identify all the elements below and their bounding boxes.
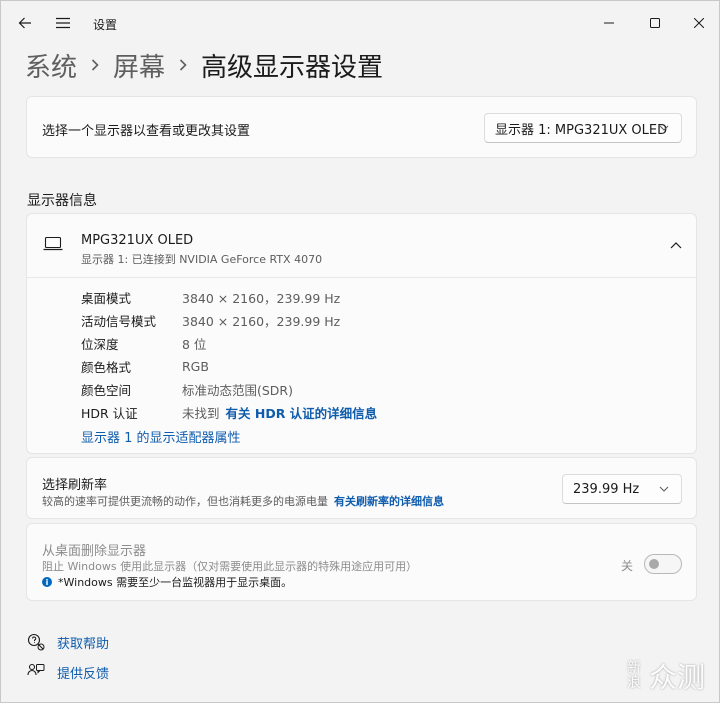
info-key: 位深度 bbox=[81, 336, 119, 352]
refresh-rate-desc: 较高的速率可提供更流畅的动作，但也消耗更多的电源电量 有关刷新率的详细信息 bbox=[42, 493, 444, 509]
give-feedback-link[interactable]: 提供反馈 bbox=[25, 662, 109, 682]
toggle-state-label: 关 bbox=[621, 559, 634, 573]
info-key: 桌面模式 bbox=[81, 290, 132, 306]
breadcrumb-item-system[interactable]: 系统 bbox=[25, 47, 77, 84]
nav-menu-button[interactable] bbox=[49, 9, 77, 37]
page-title: 高级显示器设置 bbox=[201, 52, 384, 83]
chevron-down-icon bbox=[659, 125, 669, 131]
display-info-heading: 显示器信息 bbox=[27, 193, 97, 209]
maximize-button[interactable] bbox=[641, 9, 669, 37]
info-value: 3840 × 2160，239.99 Hz bbox=[182, 313, 341, 329]
give-feedback-label: 提供反馈 bbox=[57, 666, 110, 682]
info-value: 未找到 bbox=[182, 405, 220, 421]
monitor-icon bbox=[43, 236, 63, 256]
chevron-right-icon bbox=[179, 59, 187, 71]
info-value: RGB bbox=[182, 358, 209, 374]
watermark-small: 新浪 bbox=[627, 660, 641, 691]
info-key: 颜色空间 bbox=[81, 382, 132, 398]
refresh-rate-value: 239.99 Hz bbox=[573, 481, 640, 497]
refresh-rate-title: 选择刷新率 bbox=[42, 478, 108, 493]
maximize-icon bbox=[650, 18, 660, 28]
remove-display-title: 从桌面删除显示器 bbox=[42, 544, 147, 559]
watermark: 新浪 众测 bbox=[627, 656, 705, 696]
chevron-up-icon[interactable] bbox=[670, 238, 682, 253]
get-help-label: 获取帮助 bbox=[57, 636, 110, 652]
back-arrow-icon bbox=[18, 17, 31, 29]
remove-display-desc: 阻止 Windows 使用此显示器（仅对需要使用此显示器的特殊用途应用可用） bbox=[42, 560, 418, 573]
display-dropdown-value: 显示器 1: MPG321UX OLED bbox=[495, 122, 668, 138]
info-value: 标准动态范围(SDR) bbox=[182, 382, 293, 398]
refresh-rate-link[interactable]: 有关刷新率的详细信息 bbox=[334, 495, 444, 508]
display-info-card: MPG321UX OLED 显示器 1: 已连接到 NVIDIA GeForce… bbox=[26, 213, 697, 454]
info-key: HDR 认证 bbox=[81, 405, 138, 421]
info-row-desktop-mode: 桌面模式 3840 × 2160，239.99 Hz bbox=[81, 287, 340, 307]
monitor-name: MPG321UX OLED bbox=[81, 233, 194, 248]
select-display-label: 选择一个显示器以查看或更改其设置 bbox=[42, 124, 251, 139]
display-info-header[interactable]: MPG321UX OLED 显示器 1: 已连接到 NVIDIA GeForce… bbox=[27, 214, 696, 278]
minimize-icon bbox=[604, 22, 614, 24]
remove-display-note-text: *Windows 需要至少一台监视器用于显示桌面。 bbox=[58, 576, 293, 589]
select-display-card: 选择一个显示器以查看或更改其设置 显示器 1: MPG321UX OLED bbox=[26, 96, 697, 158]
window-title: 设置 bbox=[93, 18, 118, 32]
breadcrumb: 系统 屏幕 高级显示器设置 bbox=[25, 45, 383, 85]
adapter-properties-link[interactable]: 显示器 1 的显示适配器属性 bbox=[81, 427, 241, 446]
back-button[interactable] bbox=[11, 9, 39, 37]
chevron-down-icon bbox=[659, 486, 669, 492]
info-row-bit-depth: 位深度 8 位 bbox=[81, 333, 206, 353]
info-key: 活动信号模式 bbox=[81, 313, 157, 329]
breadcrumb-item-display[interactable]: 屏幕 bbox=[113, 47, 165, 84]
info-icon: i bbox=[42, 577, 52, 587]
hamburger-icon bbox=[56, 17, 70, 29]
monitor-connection: 显示器 1: 已连接到 NVIDIA GeForce RTX 4070 bbox=[81, 253, 323, 266]
info-row-hdr: HDR 认证 未找到 有关 HDR 认证的详细信息 bbox=[81, 402, 377, 422]
get-help-link[interactable]: 获取帮助 bbox=[25, 632, 109, 652]
info-row-active-signal: 活动信号模式 3840 × 2160，239.99 Hz bbox=[81, 310, 340, 330]
remove-display-toggle[interactable] bbox=[644, 554, 682, 574]
info-value: 3840 × 2160，239.99 Hz bbox=[182, 290, 341, 306]
title-bar: 设置 bbox=[1, 1, 719, 45]
refresh-rate-card: 选择刷新率 较高的速率可提供更流畅的动作，但也消耗更多的电源电量 有关刷新率的详细… bbox=[26, 457, 697, 519]
refresh-rate-dropdown[interactable]: 239.99 Hz bbox=[562, 474, 682, 504]
remove-display-note: i *Windows 需要至少一台监视器用于显示桌面。 bbox=[42, 574, 292, 590]
info-key: 颜色格式 bbox=[81, 359, 132, 375]
help-icon bbox=[25, 633, 47, 651]
toggle-knob bbox=[649, 559, 659, 569]
info-value: 8 位 bbox=[182, 336, 207, 352]
chevron-right-icon bbox=[91, 59, 99, 71]
minimize-button[interactable] bbox=[595, 9, 623, 37]
close-icon bbox=[694, 18, 704, 28]
info-row-color-format: 颜色格式 RGB bbox=[81, 356, 209, 376]
info-row-color-space: 颜色空间 标准动态范围(SDR) bbox=[81, 379, 293, 399]
close-button[interactable] bbox=[685, 9, 713, 37]
display-dropdown[interactable]: 显示器 1: MPG321UX OLED bbox=[484, 113, 682, 143]
refresh-rate-desc-text: 较高的速率可提供更流畅的动作，但也消耗更多的电源电量 bbox=[42, 495, 328, 508]
watermark-large: 众测 bbox=[649, 661, 706, 694]
remove-display-card: 从桌面删除显示器 阻止 Windows 使用此显示器（仅对需要使用此显示器的特殊… bbox=[26, 523, 697, 601]
feedback-icon bbox=[25, 663, 47, 681]
hdr-info-link[interactable]: 有关 HDR 认证的详细信息 bbox=[226, 403, 378, 422]
